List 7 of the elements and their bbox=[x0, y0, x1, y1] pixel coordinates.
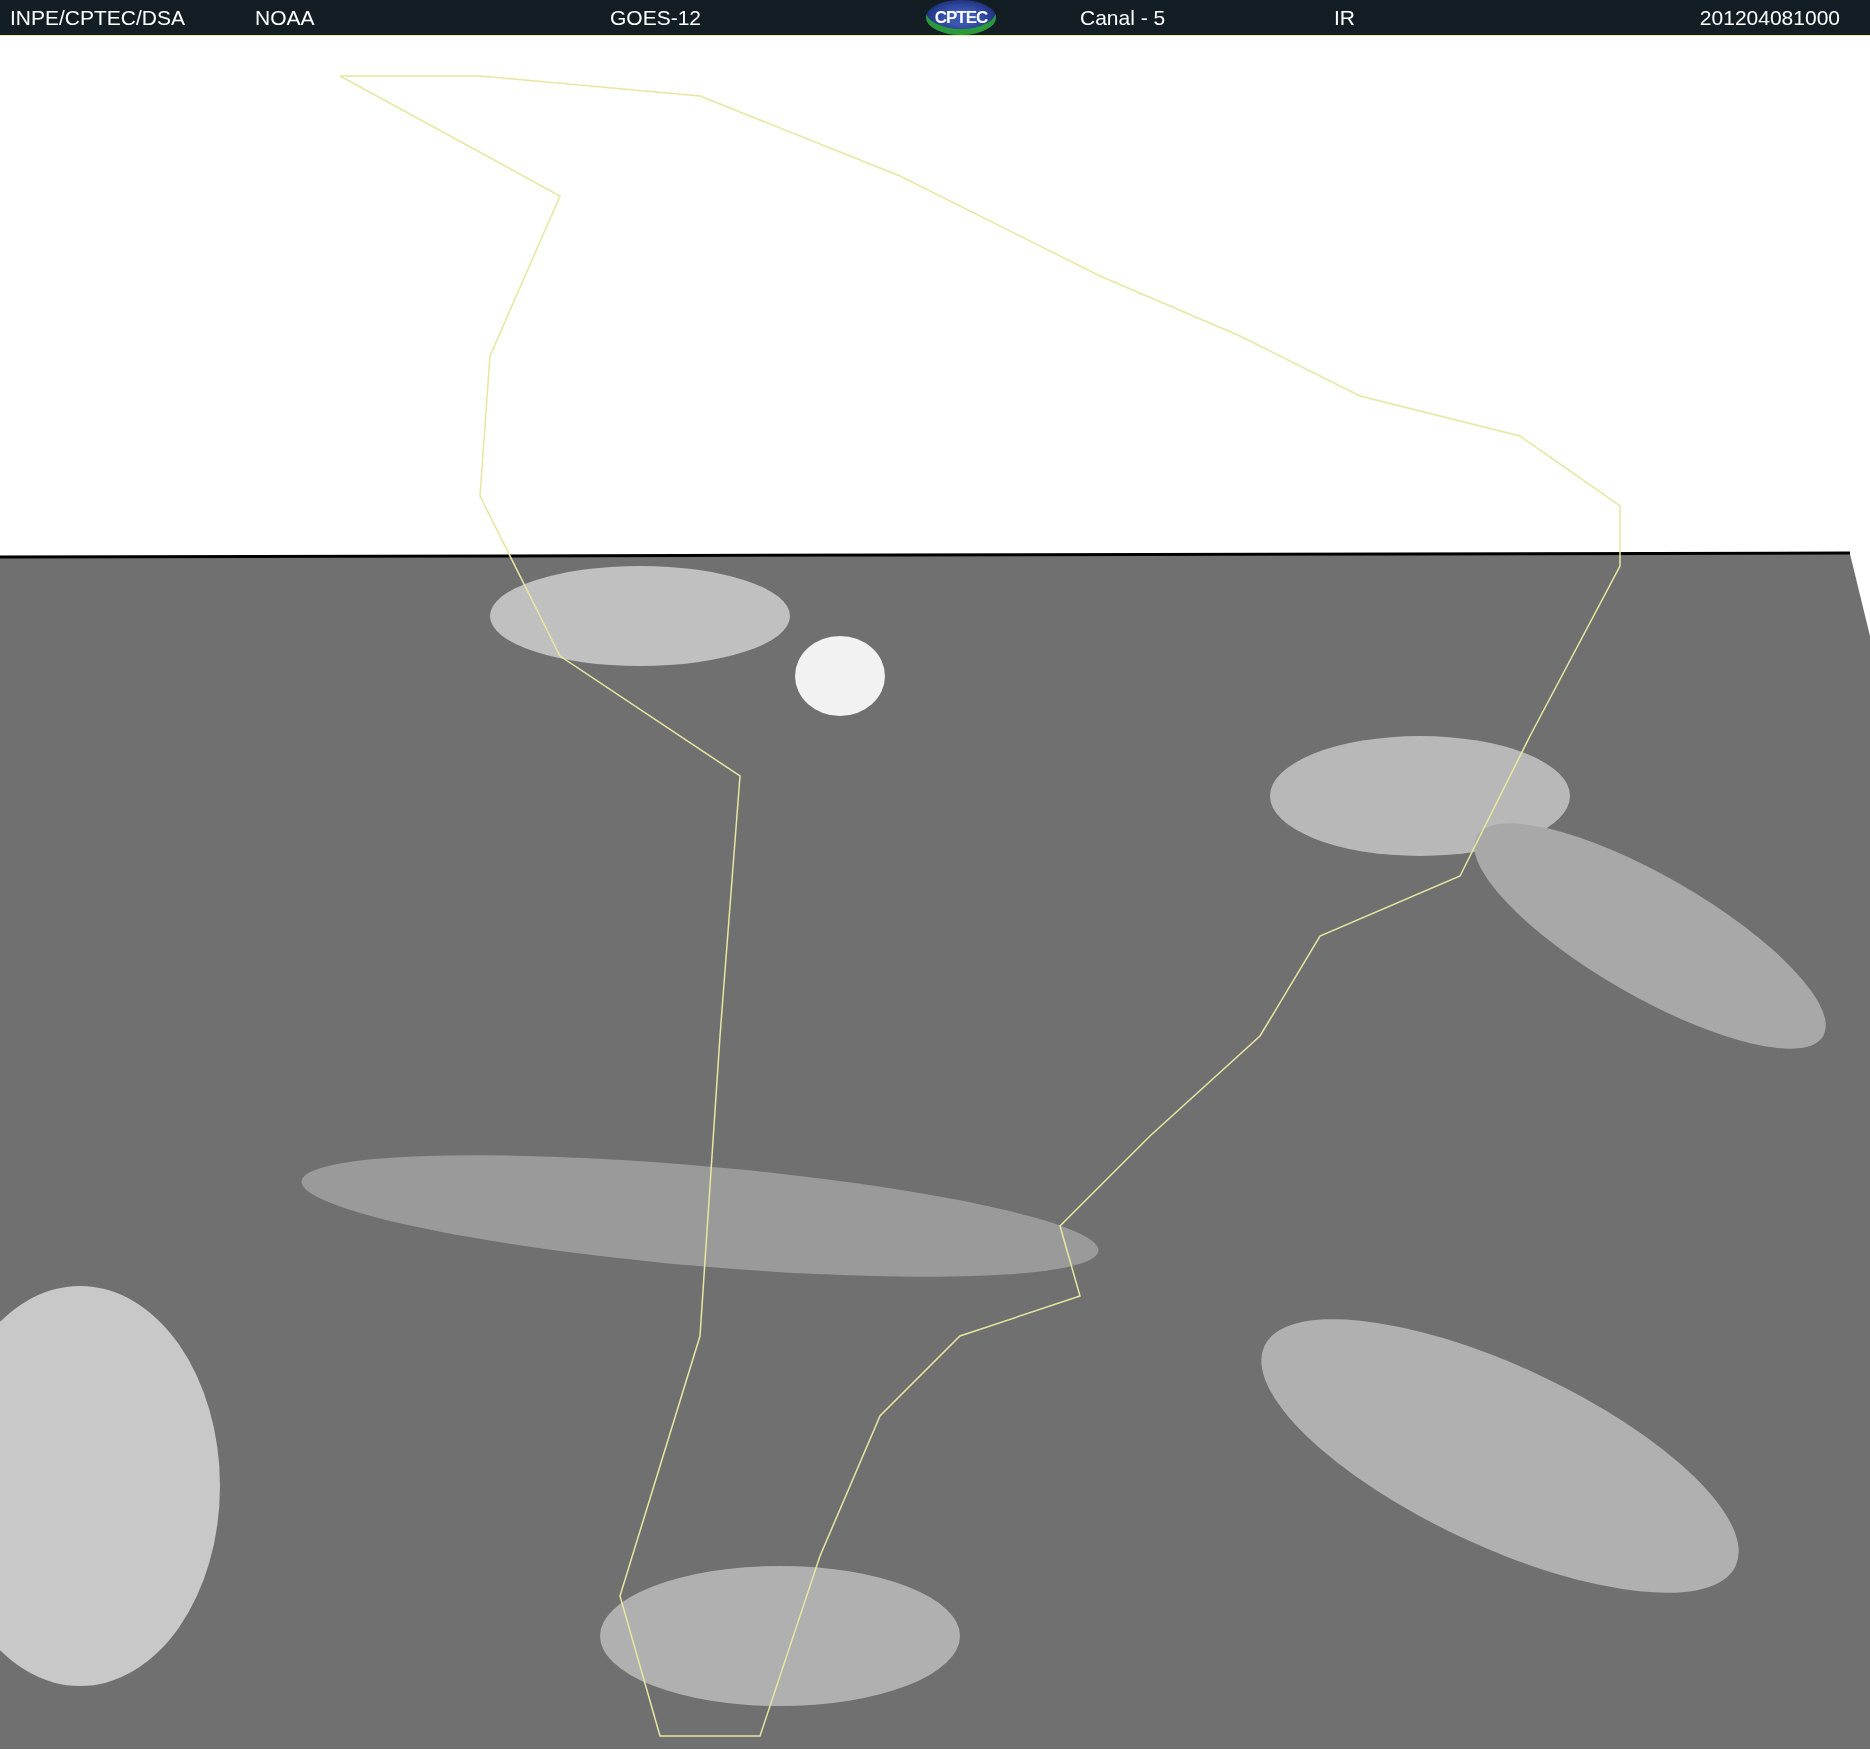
band-label: IR bbox=[1334, 5, 1355, 30]
timestamp-label: 201204081000 bbox=[1699, 5, 1840, 30]
source-label: INPE/CPTEC/DSA bbox=[10, 5, 186, 30]
channel-label: Canal - 5 bbox=[1080, 5, 1166, 30]
logo: CPTEC bbox=[926, 0, 996, 35]
satellite-label: GOES-12 bbox=[610, 5, 702, 30]
agency-label: NOAA bbox=[255, 5, 315, 30]
